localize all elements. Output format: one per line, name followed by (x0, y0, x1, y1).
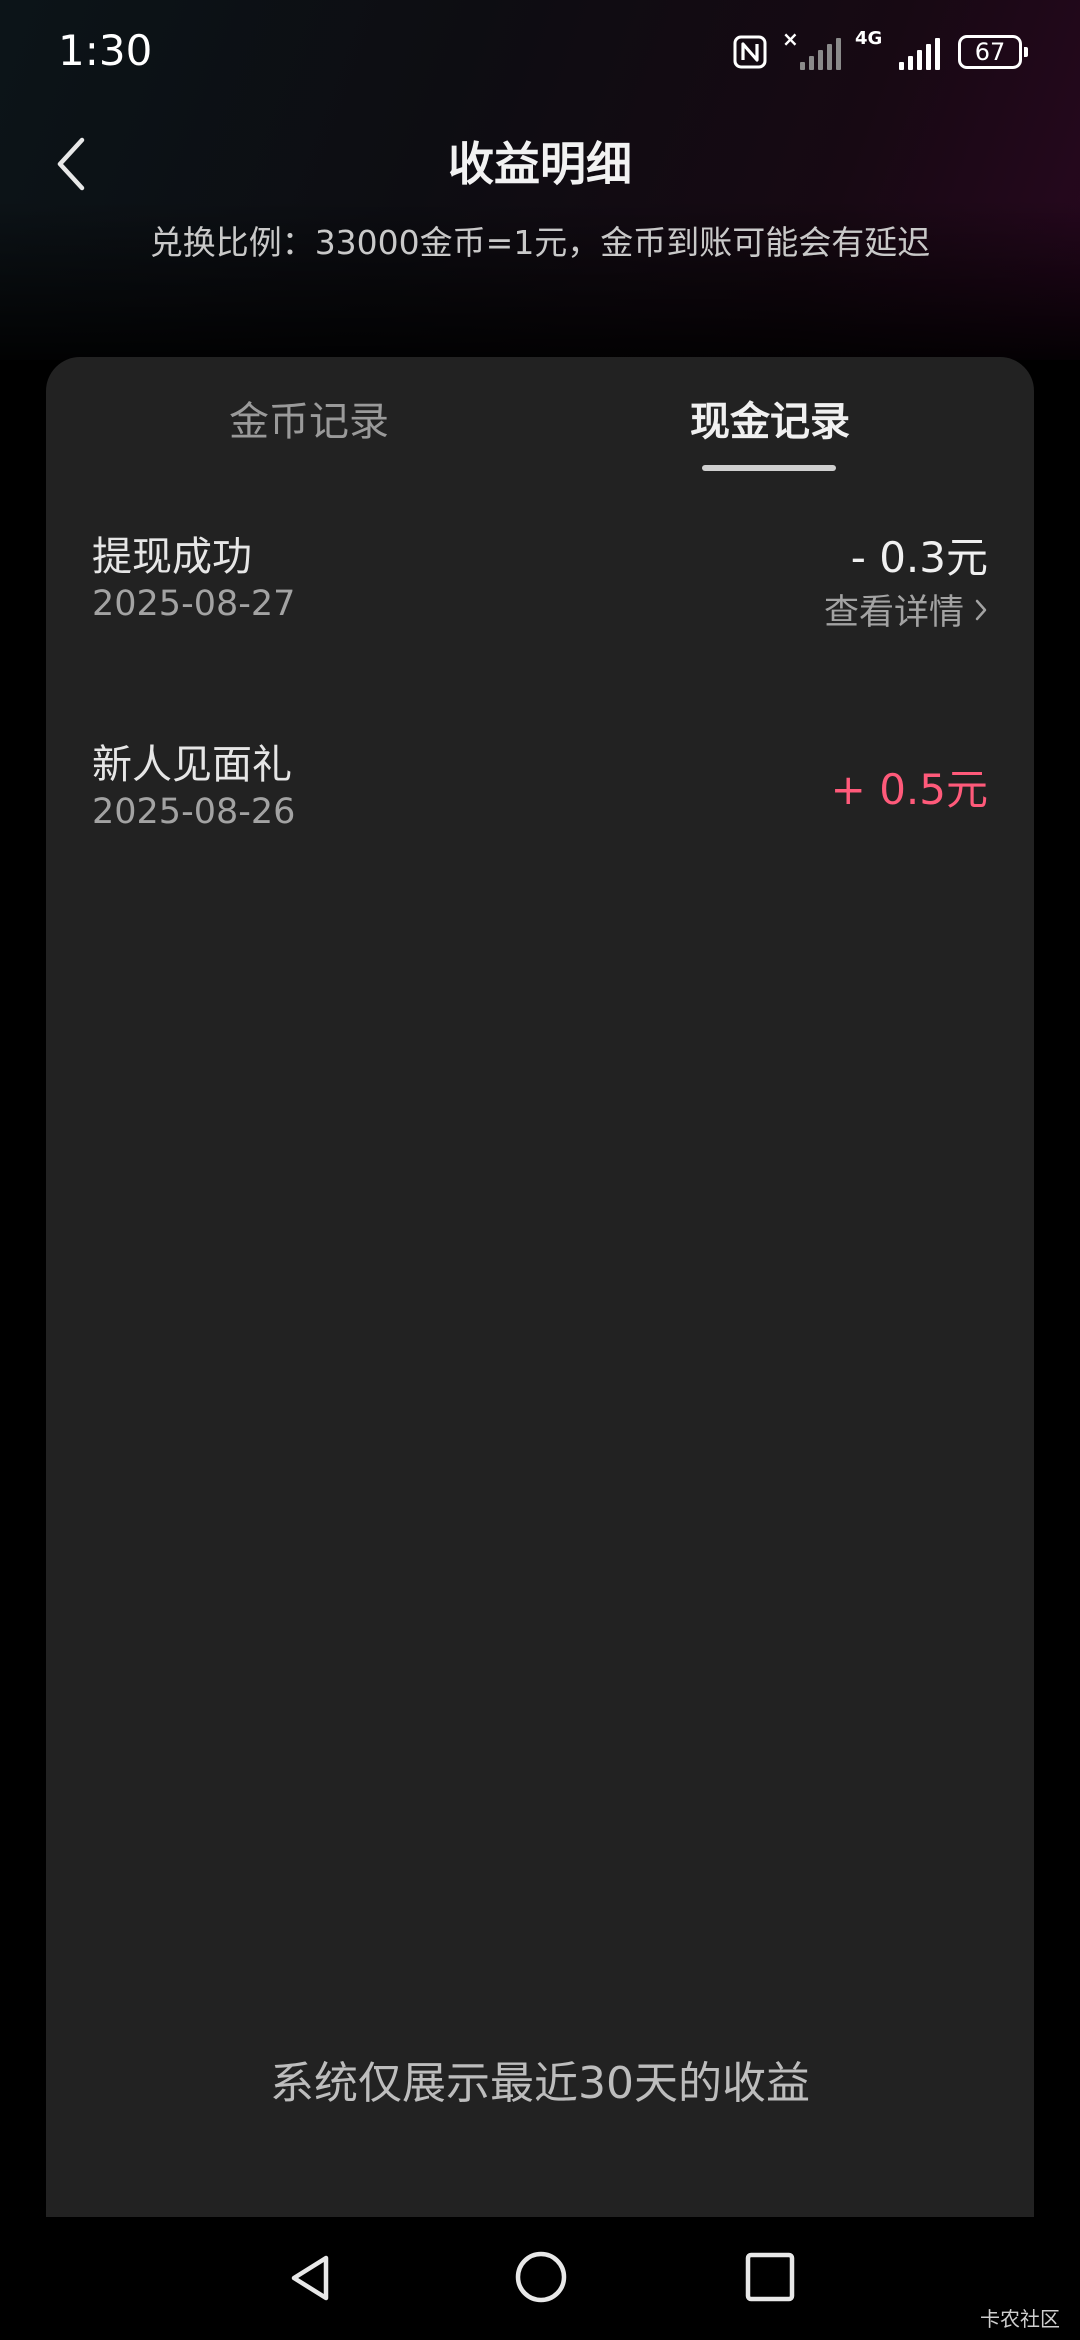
exchange-rate-note: 兑换比例：33000金币=1元，金币到账可能会有延迟 (149, 223, 931, 262)
battery-icon: 67 (958, 35, 1028, 69)
status-time: 1:30 (58, 26, 153, 75)
view-detail-link[interactable]: 查看详情 (824, 584, 988, 635)
record-amount: - 0.3元 (850, 533, 988, 582)
tab-coin-records[interactable]: 金币记录 (159, 389, 459, 447)
signal-4g-icon: 4G (855, 30, 940, 70)
record-amount: + 0.5元 (830, 765, 988, 814)
footer-note: 系统仅展示最近30天的收益 (270, 2058, 810, 2109)
signal-sim1-icon: × (782, 29, 841, 70)
record-title: 提现成功 (92, 534, 252, 580)
status-icons: × 4G 67 (732, 29, 1028, 74)
watermark: 卡农社区 (980, 2307, 1060, 2331)
battery-level: 67 (974, 38, 1006, 66)
nav-back-icon[interactable] (282, 2250, 338, 2306)
record-date: 2025-08-27 (92, 584, 296, 624)
active-tab-indicator (702, 465, 836, 471)
list-item[interactable]: 提现成功 2025-08-27 - 0.3元 查看详情 (92, 524, 988, 644)
view-detail-label: 查看详情 (823, 593, 964, 633)
network-type: 4G (855, 28, 883, 49)
page-title: 收益明细 (448, 137, 632, 191)
chevron-right-icon (975, 599, 987, 620)
record-date: 2025-08-26 (92, 792, 296, 832)
tab-cash-records[interactable]: 现金记录 (620, 389, 920, 447)
status-bar: 1:30 × 4G 67 (0, 0, 1080, 100)
record-title: 新人见面礼 (92, 742, 292, 788)
records-card: 金币记录 现金记录 提现成功 2025-08-27 - 0.3元 查看详情 新人… (46, 357, 1034, 2217)
system-nav-bar (0, 2217, 1080, 2340)
list-item[interactable]: 新人见面礼 2025-08-26 + 0.5元 (92, 732, 988, 852)
nav-home-icon[interactable] (513, 2249, 569, 2305)
nfc-icon (733, 35, 767, 69)
nav-recent-apps-icon[interactable] (744, 2251, 796, 2303)
